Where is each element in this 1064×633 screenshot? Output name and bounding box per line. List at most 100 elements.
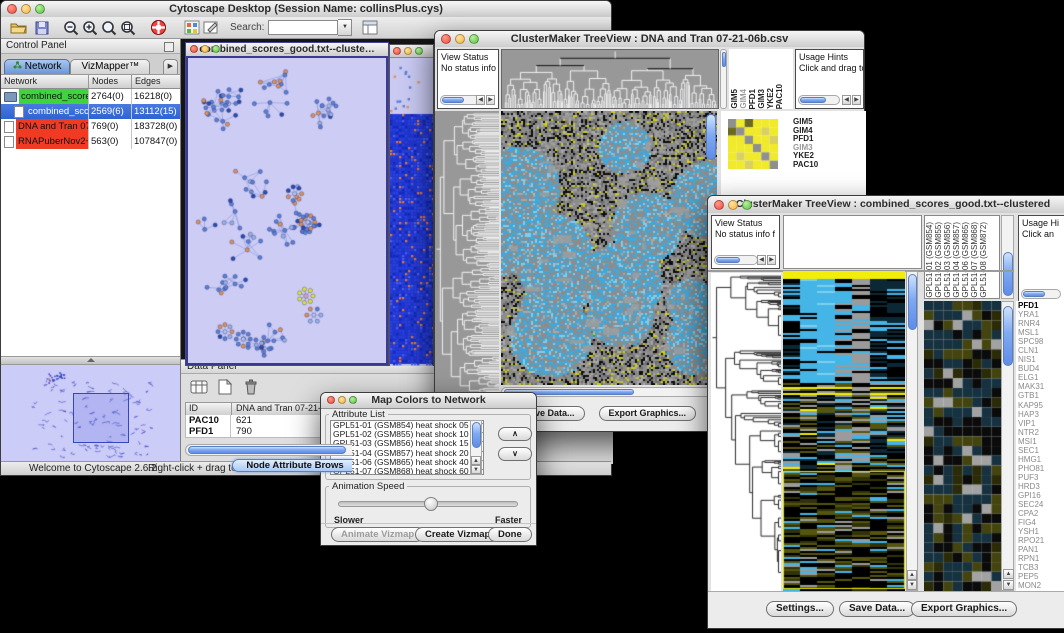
zoom-out-icon[interactable] (61, 18, 80, 37)
scroll-right-icon[interactable]: ▶ (486, 95, 495, 105)
minimize-icon[interactable] (201, 45, 209, 53)
zoom-window-icon[interactable] (212, 45, 220, 53)
slider-thumb[interactable] (424, 497, 438, 511)
close-icon[interactable] (7, 4, 17, 14)
scroll-down-icon[interactable]: ▼ (1003, 580, 1014, 590)
close-icon[interactable] (714, 200, 724, 210)
row-dendrogram-canvas[interactable] (711, 273, 781, 591)
close-icon[interactable] (327, 396, 335, 404)
animate-vizmap-button[interactable]: Animate Vizmap (331, 527, 424, 542)
network-row[interactable]: combined_sco2569(6)13112(15) (1, 104, 180, 119)
network-view-window-1: combined_scores_good.txt--cluste… (185, 42, 389, 366)
treeview2-title-bar[interactable]: ClusterMaker TreeView : combined_scores_… (708, 196, 1064, 214)
zoom-in-icon[interactable] (80, 18, 99, 37)
heatmap-canvas[interactable] (501, 111, 717, 385)
zoomed-heatmap-canvas[interactable] (924, 301, 1001, 591)
scroll-up-icon[interactable]: ▲ (1003, 569, 1014, 579)
tab-vizmapper[interactable]: VizMapper™ (70, 59, 150, 74)
view-status-scrollbar[interactable] (440, 95, 480, 105)
dialog-title-bar[interactable]: Map Colors to Network (321, 393, 536, 409)
export-graphics-button[interactable]: Export Graphics... (911, 601, 1017, 617)
save-data-button[interactable]: Save Data... (839, 601, 915, 617)
vizmapper-icon[interactable] (182, 18, 201, 37)
node-attribute-browser-button[interactable]: Node Attribute Brows (232, 459, 352, 472)
heatmap-vertical-scrollbar[interactable] (706, 114, 716, 160)
attribute-list-item[interactable]: GPL51-07 (GSM868) heat shock 60 min (331, 467, 483, 475)
close-icon[interactable] (441, 34, 451, 44)
minimize-icon[interactable] (338, 396, 346, 404)
network-nodes-count: 2569(6) (89, 104, 132, 119)
close-icon[interactable] (190, 45, 198, 53)
attribute-list[interactable]: GPL51-01 (GSM854) heat shock 05 minGPL51… (330, 420, 484, 475)
move-attribute-down-button[interactable]: ∨ (498, 447, 532, 461)
dense-network-canvas[interactable] (390, 58, 433, 366)
annotation-icon[interactable] (201, 18, 220, 37)
column-labels-scrollbar[interactable] (1001, 215, 1014, 299)
close-icon[interactable] (393, 47, 401, 55)
done-button[interactable]: Done (488, 527, 532, 542)
zoom-window-icon[interactable] (469, 34, 479, 44)
network-row[interactable]: combined_scores2764(0)16218(0) (1, 89, 180, 104)
tab-overflow-button[interactable]: ▶ (163, 59, 178, 74)
heatmap-canvas[interactable] (783, 271, 905, 591)
search-input[interactable] (268, 20, 338, 35)
tab-network[interactable]: Network (4, 59, 70, 74)
minimize-icon[interactable] (21, 4, 31, 14)
view-status-scrollbar[interactable] (714, 255, 758, 265)
map-colors-dialog: Map Colors to Network Attribute List GPL… (320, 392, 537, 546)
heatmap-vertical-scrollbar[interactable]: ▲ ▼ (906, 271, 918, 591)
animation-speed-slider[interactable] (338, 501, 518, 507)
move-attribute-up-button[interactable]: ∧ (498, 427, 532, 441)
network-view-title-bar[interactable]: combined_scores_good.txt--cluste… (186, 43, 388, 57)
zoom-fit-icon[interactable] (118, 18, 137, 37)
network-overview[interactable] (1, 365, 180, 464)
zoom-window-icon[interactable] (35, 4, 45, 14)
network-row[interactable]: DNA and Tran 07769(0)183728(0) (1, 119, 180, 134)
gene-list-scrollbar[interactable]: ▲ ▼ (1001, 301, 1014, 591)
usage-hints-scrollbar[interactable] (1021, 289, 1061, 299)
minimize-icon[interactable] (455, 34, 465, 44)
data-panel-horizontal-scrollbar[interactable] (185, 444, 352, 456)
open-file-icon[interactable] (9, 18, 28, 37)
attribute-browser-icon[interactable] (360, 18, 379, 37)
panel-splitter[interactable] (1, 356, 180, 365)
float-panel-icon[interactable] (164, 42, 174, 52)
zoom-window-icon[interactable] (415, 47, 423, 55)
minimize-icon[interactable] (728, 200, 738, 210)
scroll-left-icon[interactable]: ◀ (757, 255, 766, 265)
delete-attribute-icon[interactable] (241, 378, 260, 397)
scroll-up-icon[interactable]: ▲ (907, 570, 917, 580)
help-icon[interactable] (149, 18, 168, 37)
scroll-right-icon[interactable]: ▶ (852, 95, 861, 105)
gene-row-label: VIP1 (1018, 419, 1064, 428)
scroll-up-icon[interactable]: ▲ (471, 456, 481, 465)
column-dendrogram-canvas[interactable] (501, 49, 719, 109)
main-title-bar[interactable]: Cytoscape Desktop (Session Name: collins… (1, 1, 611, 18)
row-dendrogram-canvas[interactable] (435, 111, 499, 395)
network-row[interactable]: RNAPuberNov2+563(0)107847(0) (1, 134, 180, 149)
save-icon[interactable] (32, 18, 51, 37)
column-dendrogram-scrollbar[interactable] (720, 49, 727, 109)
treeview1-title-bar[interactable]: ClusterMaker TreeView : DNA and Tran 07-… (435, 31, 864, 48)
scroll-left-icon[interactable]: ◀ (476, 95, 485, 105)
mini-heatmap-canvas[interactable] (728, 119, 778, 169)
zoom-selected-icon[interactable] (99, 18, 118, 37)
scroll-left-icon[interactable]: ◀ (842, 95, 851, 105)
overview-viewport-rect[interactable] (73, 393, 129, 443)
select-attributes-icon[interactable] (189, 378, 208, 397)
search-dropdown-button[interactable]: ▼ (338, 19, 352, 36)
minimize-icon[interactable] (404, 47, 412, 55)
zoom-window-icon[interactable] (349, 396, 357, 404)
usage-hints-scrollbar[interactable] (798, 95, 840, 105)
scroll-down-icon[interactable]: ▼ (471, 465, 481, 474)
scroll-right-icon[interactable]: ▶ (767, 255, 776, 265)
network-graph-canvas[interactable] (188, 58, 386, 363)
scroll-down-icon[interactable]: ▼ (907, 580, 917, 590)
new-attribute-icon[interactable] (215, 378, 234, 397)
document-icon (14, 106, 24, 118)
gene-row-label: PFD1 (1018, 301, 1064, 310)
zoom-window-icon[interactable] (742, 200, 752, 210)
attribute-list-scrollbar[interactable]: ▲ ▼ (470, 420, 482, 475)
settings-button[interactable]: Settings... (766, 601, 834, 617)
export-graphics-button[interactable]: Export Graphics... (599, 406, 697, 421)
